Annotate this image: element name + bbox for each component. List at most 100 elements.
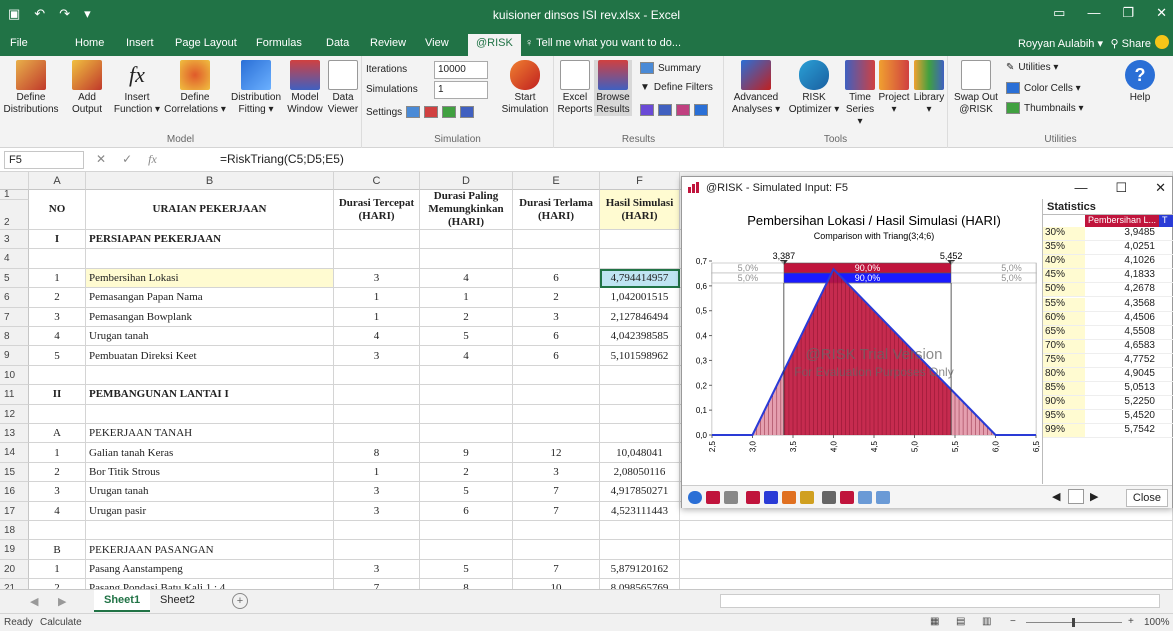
project-button[interactable]: Project ▾ — [876, 60, 912, 116]
advanced-analyses-button[interactable]: Advanced Analyses ▾ — [726, 60, 786, 116]
swap-out-button[interactable]: Swap Out @RISK — [952, 60, 1000, 116]
row-header[interactable]: 14 — [0, 443, 29, 463]
table-cell[interactable] — [513, 385, 600, 405]
table-cell[interactable]: B — [29, 540, 86, 560]
table-cell[interactable] — [513, 521, 600, 541]
table-cell[interactable] — [600, 424, 680, 444]
define-correlations-button[interactable]: Define Correlations ▾ — [164, 60, 226, 116]
table-cell[interactable]: 12 — [513, 443, 600, 463]
table-cell[interactable]: 7 — [513, 482, 600, 502]
table-cell[interactable]: 3 — [29, 482, 86, 502]
filter-icon[interactable] — [822, 491, 836, 504]
table-cell[interactable] — [334, 404, 420, 424]
page-layout-view-icon[interactable]: ▤ — [956, 616, 965, 627]
table-cell[interactable]: 5 — [29, 346, 86, 366]
time-series-button[interactable]: Time Series ▾ — [842, 60, 878, 128]
row-header[interactable]: 2 — [0, 200, 29, 230]
table-cell[interactable]: 10 — [513, 579, 600, 589]
table-cell[interactable]: PEMBANGUNAN LANTAI I — [86, 385, 334, 405]
table-cell[interactable]: A — [29, 424, 86, 444]
table-cell[interactable] — [334, 365, 420, 386]
row-header[interactable]: 11 — [0, 385, 29, 405]
fx-icon[interactable]: fx — [148, 152, 157, 167]
table-icon[interactable] — [724, 491, 738, 504]
zoom-slider-thumb[interactable] — [1072, 618, 1075, 627]
zoom-out-button[interactable]: − — [1010, 616, 1016, 627]
overlay-icon[interactable] — [764, 491, 778, 504]
table-cell[interactable] — [420, 365, 513, 386]
table-cell[interactable]: PEKERJAAN PASANGAN — [86, 540, 334, 560]
percent-icon[interactable] — [694, 104, 708, 116]
smiley-icon[interactable] — [1155, 35, 1169, 49]
table-cell[interactable]: I — [29, 230, 86, 250]
define-distributions-button[interactable]: Define Distributions — [2, 60, 60, 116]
start-simulation-button[interactable]: Start Simulation — [498, 60, 552, 116]
simulations-input[interactable]: 1 — [434, 81, 488, 99]
header-cell-uraian[interactable]: URAIAN PEKERJAAN — [86, 190, 334, 230]
table-cell[interactable] — [420, 230, 513, 250]
name-box[interactable]: F5 — [4, 151, 84, 169]
scroll-left-icon[interactable]: ◀ — [30, 595, 38, 608]
page-break-view-icon[interactable]: ▥ — [982, 616, 991, 627]
row-header[interactable]: 5 — [0, 268, 29, 289]
table-cell[interactable]: 1 — [29, 559, 86, 580]
table-cell[interactable]: 2 — [513, 288, 600, 308]
table-cell[interactable] — [29, 404, 86, 424]
table-cell[interactable]: 2,127846494 — [600, 307, 680, 327]
table-cell[interactable]: 3 — [513, 462, 600, 483]
table-cell[interactable]: 3 — [334, 501, 420, 521]
table-cell[interactable]: 3 — [334, 268, 420, 289]
table-cell[interactable] — [420, 249, 513, 269]
sheet-tab-sheet2[interactable]: Sheet2 — [150, 590, 205, 612]
table-cell[interactable] — [334, 540, 420, 560]
minimize-icon[interactable]: — — [1087, 5, 1100, 21]
table-cell[interactable]: 5,879120162 — [600, 559, 680, 580]
color-cells-menu[interactable]: Color Cells ▾ — [1006, 82, 1081, 94]
table-cell[interactable]: 4 — [29, 327, 86, 347]
table-cell[interactable]: 3 — [513, 307, 600, 327]
table-cell[interactable] — [513, 424, 600, 444]
table-cell[interactable]: 4,917850271 — [600, 482, 680, 502]
column-header-a[interactable]: A — [29, 172, 86, 190]
help-button[interactable]: ? Help — [1120, 60, 1160, 104]
empty-cell[interactable] — [680, 579, 1173, 589]
tab-insert[interactable]: Insert — [126, 37, 154, 49]
table-cell[interactable] — [86, 521, 334, 541]
table-cell[interactable] — [600, 540, 680, 560]
browse-results-button[interactable]: Browse Results — [594, 60, 632, 116]
table-cell[interactable]: Pembuatan Direksi Keet — [86, 346, 334, 366]
table-cell[interactable] — [600, 365, 680, 386]
row-header[interactable]: 8 — [0, 327, 29, 347]
iterations-input[interactable]: 10000 — [434, 61, 488, 79]
histogram-icon[interactable] — [706, 491, 720, 504]
table-cell[interactable]: 6 — [513, 346, 600, 366]
row-header[interactable]: 19 — [0, 540, 29, 560]
table-cell[interactable]: 1 — [334, 307, 420, 327]
row-header[interactable]: 18 — [0, 521, 29, 541]
table-cell[interactable] — [513, 404, 600, 424]
table-cell[interactable]: 5 — [420, 482, 513, 502]
tab-risk[interactable]: @RISK — [468, 34, 521, 56]
define-filters-button[interactable]: ▼ Define Filters — [640, 82, 713, 93]
row-header[interactable]: 21 — [0, 579, 29, 589]
table-cell[interactable] — [86, 365, 334, 386]
table-cell[interactable]: Pemasangan Bowplank — [86, 307, 334, 327]
prev-page-icon[interactable]: ◀ — [1052, 490, 1060, 503]
table-cell[interactable]: 4,523111443 — [600, 501, 680, 521]
close-button[interactable]: Close — [1125, 489, 1168, 507]
row-header[interactable]: 9 — [0, 346, 29, 366]
row-header[interactable]: 6 — [0, 288, 29, 308]
table-cell[interactable] — [600, 385, 680, 405]
sheet-tab-sheet1[interactable]: Sheet1 — [94, 590, 151, 612]
chart-type-icon[interactable] — [746, 491, 760, 504]
tab-page-layout[interactable]: Page Layout — [175, 37, 237, 49]
excel-reports-button[interactable]: Excel Reports — [556, 60, 594, 116]
table-cell[interactable] — [420, 385, 513, 405]
scroll-right-icon[interactable]: ▶ — [58, 595, 66, 608]
add-output-button[interactable]: Add Output — [64, 60, 110, 116]
tell-me-search[interactable]: ♀ Tell me what you want to do... — [525, 37, 681, 49]
thumbnails-menu[interactable]: Thumbnails ▾ — [1006, 102, 1084, 114]
table-cell[interactable] — [334, 424, 420, 444]
table-cell[interactable] — [600, 404, 680, 424]
table-cell[interactable]: Urugan tanah — [86, 327, 334, 347]
